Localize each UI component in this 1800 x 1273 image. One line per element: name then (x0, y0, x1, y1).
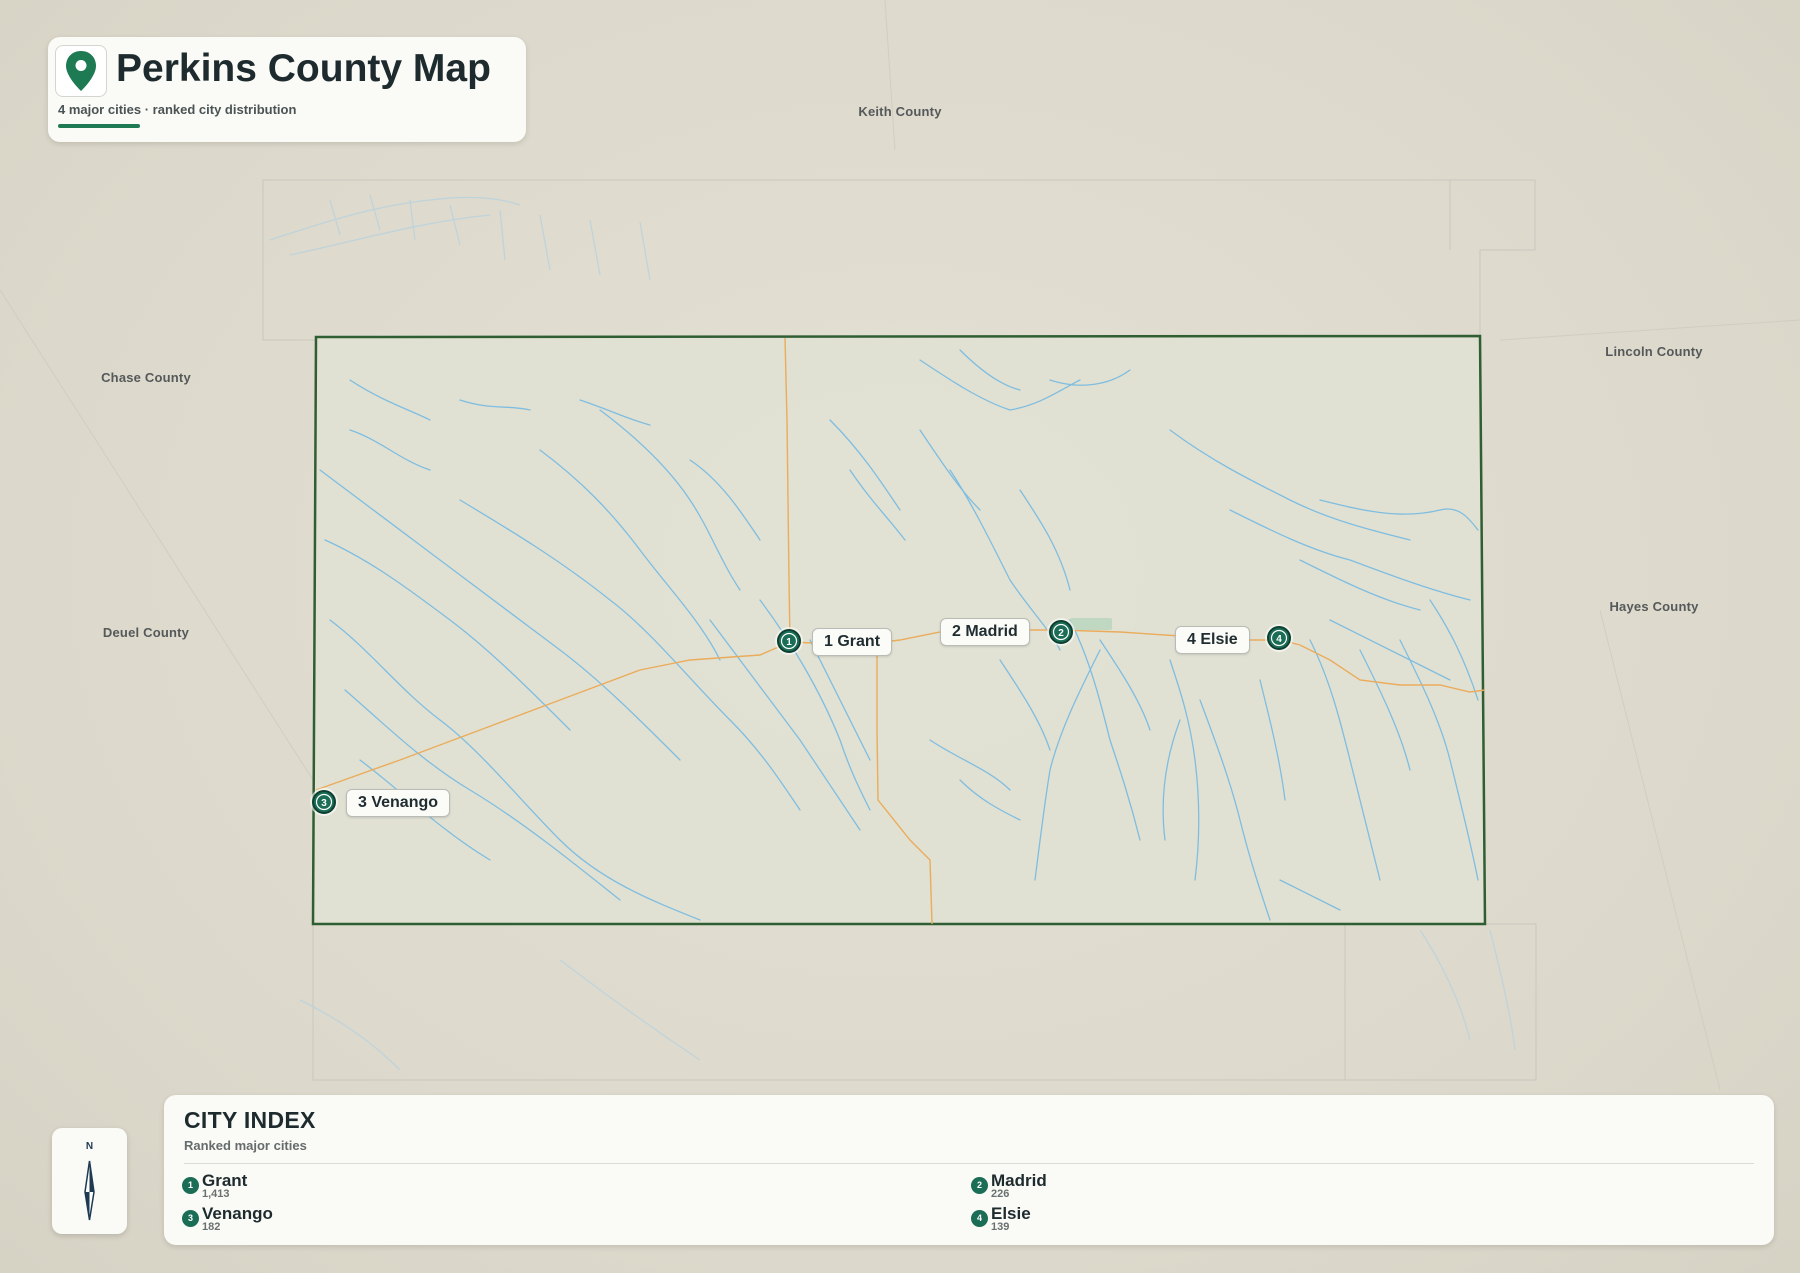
city-marker-rank: 4 (1276, 634, 1282, 645)
city-label-venango[interactable]: 3 Venango (346, 789, 451, 817)
city-index-title: CITY INDEX (184, 1107, 316, 1133)
title-card: Perkins County Map 4 major cities · rank… (48, 37, 526, 142)
city-marker-rank: 3 (321, 798, 327, 809)
page-subtitle: 4 major cities · ranked city distributio… (58, 102, 297, 117)
city-population: 139 (991, 1221, 1010, 1233)
rank-badge: 2 (971, 1177, 988, 1194)
perkins-county-boundary (311, 334, 1487, 926)
map-pin-icon (55, 45, 107, 97)
reservoir (1070, 618, 1112, 630)
compass-card: N (52, 1128, 127, 1234)
map-canvas: 1 2 3 4 (0, 0, 1800, 1091)
title-accent-bar (58, 124, 140, 128)
city-marker-2-madrid: 2 (1047, 618, 1075, 646)
city-marker-4-elsie: 4 (1265, 624, 1293, 652)
city-population: 1,413 (202, 1188, 230, 1200)
rank-badge: 4 (971, 1210, 988, 1227)
rank-badge: 1 (182, 1177, 199, 1194)
city-marker-rank: 1 (786, 637, 792, 648)
city-label-elsie[interactable]: 4 Elsie (1175, 626, 1250, 654)
city-index-panel: CITY INDEX Ranked major cities 1 Grant 1… (164, 1095, 1774, 1245)
city-label-grant[interactable]: 1 Grant (812, 628, 893, 656)
city-index-divider (184, 1163, 1754, 1164)
county-label-keith: Keith County (858, 104, 942, 119)
city-marker-rank: 2 (1058, 628, 1064, 639)
page-title: Perkins County Map (116, 47, 491, 90)
map-view: 1 2 3 4 Keith County Chase County Deuel … (0, 0, 1800, 1273)
city-population: 226 (991, 1188, 1010, 1200)
county-label-deuel: Deuel County (102, 625, 190, 640)
city-index-subtitle: Ranked major cities (184, 1138, 307, 1153)
rank-badge: 3 (182, 1210, 199, 1227)
city-population: 182 (202, 1221, 221, 1233)
north-arrow-icon (84, 1160, 95, 1221)
county-label-lincoln: Lincoln County (1605, 344, 1703, 359)
city-marker-3-venango: 3 (310, 788, 338, 816)
city-marker-1-grant: 1 (775, 627, 803, 655)
county-label-chase: Chase County (101, 370, 191, 385)
city-label-madrid[interactable]: 2 Madrid (940, 618, 1030, 646)
county-label-hayes: Hayes County (1609, 599, 1699, 614)
